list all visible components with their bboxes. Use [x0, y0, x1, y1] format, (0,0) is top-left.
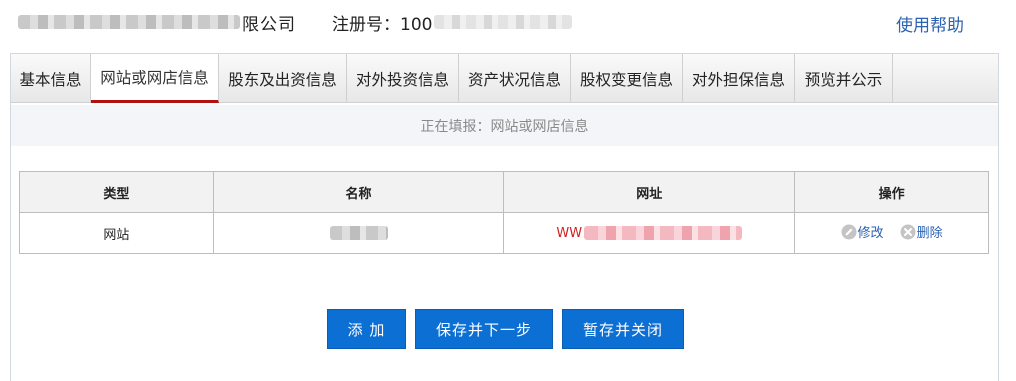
- delete-button[interactable]: 删除: [900, 222, 943, 241]
- site-url: WW: [556, 225, 743, 241]
- form-panel: 基本信息 网站或网店信息 股东及出资信息 对外投资信息 资产状况信息 股权变更信…: [10, 53, 999, 381]
- tab-guarantee-info[interactable]: 对外担保信息: [683, 54, 795, 103]
- redacted-registration-number: [434, 15, 573, 29]
- delete-label: 删除: [916, 226, 943, 242]
- help-link[interactable]: 使用帮助: [896, 11, 964, 36]
- registration-label: 注册号：100: [332, 14, 433, 35]
- cell-name: [212, 212, 505, 254]
- tab-bar: 基本信息 网站或网店信息 股东及出资信息 对外投资信息 资产状况信息 股权变更信…: [11, 54, 998, 103]
- column-header-name: 名称: [212, 171, 505, 213]
- redacted-url: [584, 226, 743, 240]
- tab-basic-info[interactable]: 基本信息: [11, 54, 91, 103]
- column-header-actions: 操作: [794, 171, 989, 213]
- tab-website-info[interactable]: 网站或网店信息: [91, 54, 219, 103]
- cell-type: 网站: [19, 212, 214, 254]
- status-text: 正在填报：网站或网店信息: [11, 105, 998, 146]
- tab-shareholder-info[interactable]: 股东及出资信息: [219, 54, 347, 103]
- add-button[interactable]: 添 加: [327, 309, 406, 349]
- redacted-site-name: [329, 226, 388, 240]
- column-header-type: 类型: [19, 171, 214, 213]
- action-buttons: 添 加 保存并下一步 暂存并关闭: [327, 309, 684, 349]
- tab-asset-info[interactable]: 资产状况信息: [459, 54, 571, 103]
- redacted-company-name: [18, 15, 240, 29]
- table-row: 网站 WW 修改 删除: [19, 212, 989, 254]
- tab-equity-change-info[interactable]: 股权变更信息: [571, 54, 683, 103]
- company-suffix: 限公司: [242, 14, 296, 35]
- registration-number: 注册号：100: [332, 10, 574, 35]
- delete-x-icon: [900, 224, 916, 240]
- pencil-icon: [841, 224, 856, 240]
- top-bar: 限公司 注册号：100 使用帮助: [0, 0, 1016, 44]
- company-name: 限公司 注册号：100: [18, 10, 574, 35]
- edit-label: 修改: [857, 226, 884, 242]
- cell-url: WW: [503, 212, 796, 254]
- column-header-url: 网址: [503, 171, 796, 213]
- url-prefix: WW: [556, 225, 583, 241]
- save-and-next-button[interactable]: 保存并下一步: [415, 309, 553, 349]
- tab-preview-publish[interactable]: 预览并公示: [795, 54, 893, 103]
- tab-investment-info[interactable]: 对外投资信息: [347, 54, 459, 103]
- cell-actions: 修改 删除: [794, 212, 989, 254]
- save-and-close-button[interactable]: 暂存并关闭: [562, 309, 684, 349]
- table-header-row: 类型 名称 网址 操作: [19, 171, 989, 213]
- edit-button[interactable]: 修改: [841, 222, 884, 241]
- website-table: 类型 名称 网址 操作 网站 WW 修改 删除: [19, 171, 989, 254]
